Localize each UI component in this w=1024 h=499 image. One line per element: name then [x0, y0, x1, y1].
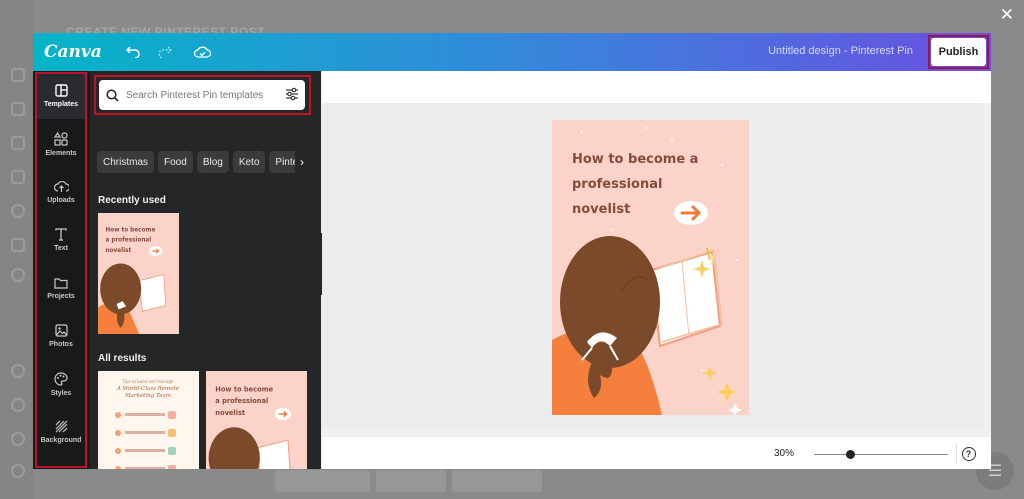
- nav-label: Text: [54, 245, 68, 252]
- zoom-slider-track[interactable]: [814, 454, 948, 455]
- help-icon: ?: [961, 447, 976, 461]
- thumb2-title-line1: A World-Class Remote: [116, 386, 180, 392]
- left-nav: Templates Elements Uploads Text Projects…: [33, 71, 90, 469]
- background-sidebar: [0, 0, 33, 499]
- close-icon[interactable]: ✕: [1000, 6, 1014, 23]
- uploads-icon: [53, 180, 69, 192]
- nav-templates[interactable]: Templates: [37, 73, 85, 119]
- svg-text:a professional: a professional: [215, 397, 268, 405]
- bg-list-icon: [11, 136, 25, 150]
- template-thumbnail[interactable]: Tips to build and manage A World-Class R…: [98, 371, 199, 469]
- nav-projects[interactable]: Projects: [37, 265, 85, 311]
- template-illustration: How to become a professional novelist: [98, 213, 179, 334]
- background-icon: [55, 420, 67, 433]
- nav-uploads[interactable]: Uploads: [37, 169, 85, 215]
- bg-edit-icon: [11, 102, 25, 116]
- bg-gear-icon: [11, 268, 25, 282]
- template-illustration: How to become a professional novelist: [206, 371, 307, 469]
- vertical-scrollbar[interactable]: [983, 103, 991, 437]
- bg-download-icon: [11, 238, 25, 252]
- nav-label: Elements: [45, 149, 77, 157]
- nav-label: Projects: [47, 292, 75, 300]
- nav-label: Styles: [50, 389, 72, 397]
- publish-button[interactable]: Publish: [931, 38, 986, 66]
- chip-keto[interactable]: Keto: [232, 151, 266, 173]
- nav-label: Background: [40, 437, 82, 444]
- cloud-saved-icon[interactable]: [193, 46, 211, 58]
- search-highlight: [94, 75, 311, 115]
- chip-christmas[interactable]: Christmas: [97, 151, 155, 173]
- horizontal-scrollbar[interactable]: [322, 429, 983, 437]
- image-icon: [54, 324, 68, 337]
- template-thumbnail[interactable]: How to become a professional novelist: [98, 213, 179, 334]
- canva-editor-modal: Canva Untitled design - Pinterest Pin Pu…: [33, 33, 991, 469]
- bg-twitter-icon: [11, 364, 25, 378]
- bg-info-icon: [11, 398, 25, 412]
- bottom-bar: 30% ?: [322, 437, 991, 469]
- text-icon: [55, 228, 67, 241]
- nav-background[interactable]: Background: [37, 409, 85, 455]
- design-title-text[interactable]: How to become a professional novelist: [572, 147, 722, 222]
- bg-button: [452, 470, 542, 492]
- folder-icon: [54, 277, 68, 289]
- nav-label: Photos: [49, 341, 73, 348]
- templates-panel: Christmas Food Blog Keto Pinterest › Rec…: [90, 71, 321, 469]
- publish-highlight: Publish: [928, 35, 989, 69]
- canva-logo[interactable]: Canva: [44, 42, 102, 62]
- svg-text:How to become: How to become: [215, 385, 273, 393]
- bg-rss-icon: [11, 170, 25, 184]
- design-canvas[interactable]: How to become a professional novelist: [552, 120, 749, 415]
- nav-photos[interactable]: Photos: [37, 313, 85, 359]
- chevron-right-icon[interactable]: ›: [295, 151, 309, 173]
- nav-styles[interactable]: Styles: [37, 361, 85, 407]
- nav-text[interactable]: Text: [37, 217, 85, 263]
- template-illustration: Tips to build and manage A World-Class R…: [98, 371, 199, 469]
- svg-text:novelist: novelist: [215, 409, 246, 417]
- help-button[interactable]: ?: [956, 444, 980, 464]
- thumb-title: a professional: [105, 238, 151, 244]
- thumb2-title-line2: Marketing Team: [124, 393, 171, 399]
- svg-text:Tips to build and manage: Tips to build and manage: [122, 379, 174, 384]
- thumb-title: How to become: [105, 227, 155, 233]
- redo-icon[interactable]: [158, 46, 172, 58]
- chip-blog[interactable]: Blog: [196, 151, 229, 173]
- category-chips: Christmas Food Blog Keto Pinterest: [97, 151, 304, 173]
- template-thumbnail[interactable]: How to become a professional novelist: [206, 371, 307, 469]
- zoom-slider-handle[interactable]: [846, 450, 855, 459]
- bg-button: [275, 470, 370, 492]
- templates-icon: [54, 84, 68, 97]
- bg-eye-icon: [11, 204, 25, 218]
- bg-button: [376, 470, 446, 492]
- recently-used-heading: Recently used: [98, 195, 166, 206]
- canvas-toolbar: [322, 71, 991, 103]
- bg-avatar-icon: [11, 464, 25, 478]
- palette-icon: [54, 371, 68, 386]
- top-bar: Canva Untitled design - Pinterest Pin Pu…: [33, 33, 991, 71]
- chip-food[interactable]: Food: [158, 151, 193, 173]
- thumb-title: novelist: [105, 248, 131, 254]
- zoom-value[interactable]: 30%: [774, 448, 794, 459]
- all-results-heading: All results: [98, 353, 147, 364]
- bg-grid-icon: [11, 68, 25, 82]
- document-title[interactable]: Untitled design - Pinterest Pin: [768, 45, 913, 57]
- nav-label: Uploads: [47, 197, 75, 204]
- nav-label: Templates: [43, 101, 79, 108]
- nav-elements[interactable]: Elements: [37, 121, 85, 167]
- bg-bell-icon: [11, 432, 25, 446]
- elements-icon: [54, 131, 68, 146]
- undo-icon[interactable]: [125, 46, 140, 58]
